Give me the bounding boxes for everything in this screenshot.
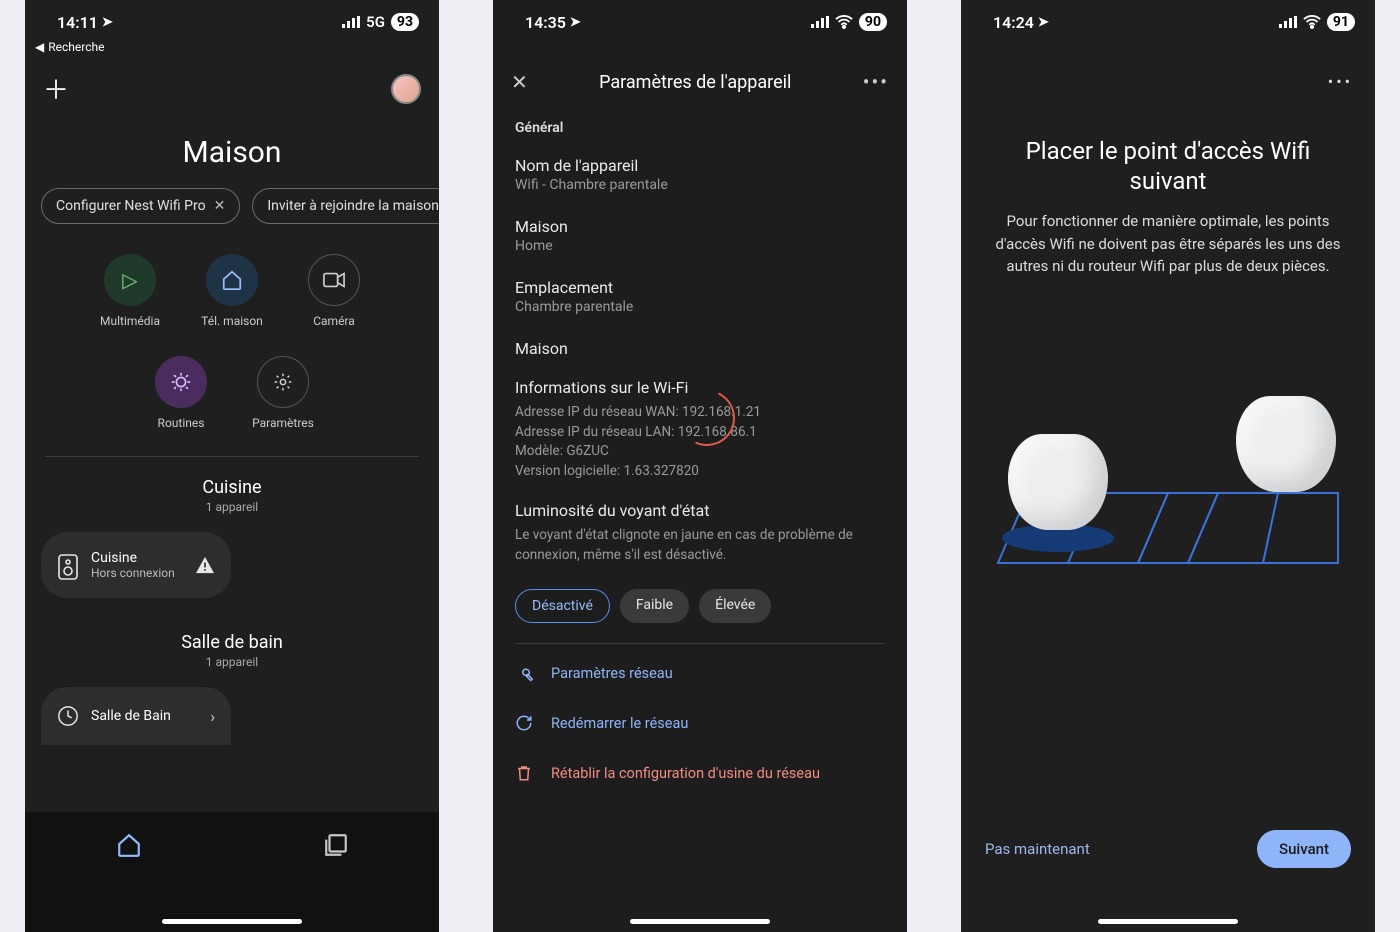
add-button[interactable]: ＋ (43, 70, 69, 107)
setting-device-name[interactable]: Nom de l'appareil Wifi - Chambre parenta… (493, 146, 907, 207)
wifi-pod-icon (1236, 396, 1336, 492)
setting-home[interactable]: Maison Home (493, 207, 907, 268)
room-heading: Salle de bain (25, 598, 439, 653)
camera-icon (323, 272, 345, 288)
led-option-off[interactable]: Désactivé (515, 589, 610, 623)
location-icon: ➤ (1038, 15, 1049, 30)
battery-badge: 90 (859, 13, 887, 31)
trash-icon (515, 764, 533, 782)
back-to-search[interactable]: ◀ Recherche (25, 40, 439, 54)
signal-icon (811, 16, 829, 28)
close-button[interactable]: ✕ (511, 70, 528, 94)
section-heading: Général (493, 104, 907, 146)
link-network-settings[interactable]: Paramètres réseau (493, 648, 907, 698)
setting-location[interactable]: Emplacement Chambre parentale (493, 268, 907, 329)
location-icon: ➤ (102, 15, 113, 30)
quick-actions: ▷ Multimédia Tél. maison Caméra Routines (72, 224, 392, 438)
wifi-icon (1303, 15, 1321, 29)
home-indicator (1098, 919, 1238, 924)
device-card-cuisine[interactable]: Cuisine Hors connexion (41, 532, 231, 598)
setting-home-2[interactable]: Maison (493, 329, 907, 372)
home-indicator (162, 919, 302, 924)
led-option-low[interactable]: Faible (620, 589, 689, 623)
wifi-pod-icon (1008, 434, 1108, 530)
home-phone-icon (221, 269, 243, 291)
action-settings[interactable]: Paramètres (246, 356, 320, 430)
device-card-sdb[interactable]: Salle de Bain › (41, 687, 231, 745)
chevron-right-icon: › (210, 707, 215, 726)
placement-illustration (988, 338, 1348, 598)
signal-icon (1279, 16, 1297, 28)
setup-footer: Pas maintenant Suivant (961, 830, 1375, 868)
link-restart-network[interactable]: Redémarrer le réseau (493, 698, 907, 748)
network-label: 5G (366, 13, 385, 31)
suggestion-chips: Configurer Nest Wifi Pro ✕ Inviter à rej… (25, 188, 439, 224)
more-menu-icon[interactable]: ••• (863, 70, 889, 94)
room-device-count: 1 appareil (25, 498, 439, 526)
close-icon[interactable]: ✕ (214, 198, 226, 214)
avatar[interactable] (391, 74, 421, 104)
battery-badge: 91 (1327, 13, 1355, 31)
action-routines[interactable]: Routines (144, 356, 218, 430)
not-now-button[interactable]: Pas maintenant (985, 840, 1090, 858)
link-factory-reset[interactable]: Rétablir la configuration d'usine du rés… (493, 748, 907, 798)
status-time: 14:11 (57, 13, 98, 32)
bottom-tabbar (25, 812, 439, 932)
home-indicator (630, 919, 770, 924)
page-title: Paramètres de l'appareil (599, 72, 791, 93)
screen-device-settings: 14:35 ➤ 90 ✕ Paramètres de l'appareil ••… (493, 0, 907, 932)
next-button[interactable]: Suivant (1257, 830, 1351, 868)
tab-home[interactable] (116, 832, 142, 858)
chip-configure-wifi[interactable]: Configurer Nest Wifi Pro ✕ (41, 188, 240, 224)
action-camera[interactable]: Caméra (297, 254, 371, 328)
divider (45, 456, 419, 457)
wrench-icon (515, 664, 533, 682)
speaker-icon (57, 554, 79, 576)
wifi-icon (835, 15, 853, 29)
status-bar: 14:35 ➤ 90 (493, 0, 907, 44)
restart-icon (515, 714, 533, 732)
status-time: 14:35 (525, 13, 566, 32)
modal-header: ✕ Paramètres de l'appareil ••• (493, 44, 907, 104)
location-icon: ➤ (570, 15, 581, 30)
status-bar: 14:11 ➤ 5G 93 (25, 0, 439, 44)
battery-badge: 93 (391, 13, 419, 31)
more-menu-icon[interactable]: ••• (1328, 72, 1353, 91)
screen-place-wifi: 14:24 ➤ 91 ••• Placer le point d'accès W… (961, 0, 1375, 932)
media-icon: ▷ (122, 268, 137, 292)
screen-home: 14:11 ➤ 5G 93 ◀ Recherche ＋ Maison Confi… (25, 0, 439, 932)
setup-description: Pour fonctionner de manière optimale, le… (961, 210, 1375, 278)
wifi-info: Informations sur le Wi-Fi Adresse IP du … (493, 372, 907, 495)
room-device-count: 1 appareil (25, 653, 439, 681)
status-time: 14:24 (993, 13, 1034, 32)
routines-icon (170, 371, 192, 393)
home-title: Maison (25, 111, 439, 188)
nest-icon (57, 705, 79, 727)
tab-feed[interactable] (323, 832, 349, 858)
led-brightness: Luminosité du voyant d'état Le voyant d'… (493, 495, 907, 579)
signal-icon (342, 16, 360, 28)
divider (515, 643, 885, 644)
led-options: Désactivé Faible Élevée (493, 579, 907, 639)
action-call-home[interactable]: Tél. maison (195, 254, 269, 328)
gear-icon (273, 372, 293, 392)
room-heading: Cuisine (25, 469, 439, 498)
chip-invite[interactable]: Inviter à rejoindre la maison (252, 188, 439, 224)
warning-icon (195, 556, 215, 574)
action-media[interactable]: ▷ Multimédia (93, 254, 167, 328)
status-bar: 14:24 ➤ 91 (961, 0, 1375, 44)
led-option-high[interactable]: Élevée (699, 589, 771, 623)
setup-title: Placer le point d'accès Wifi suivant (961, 44, 1375, 210)
